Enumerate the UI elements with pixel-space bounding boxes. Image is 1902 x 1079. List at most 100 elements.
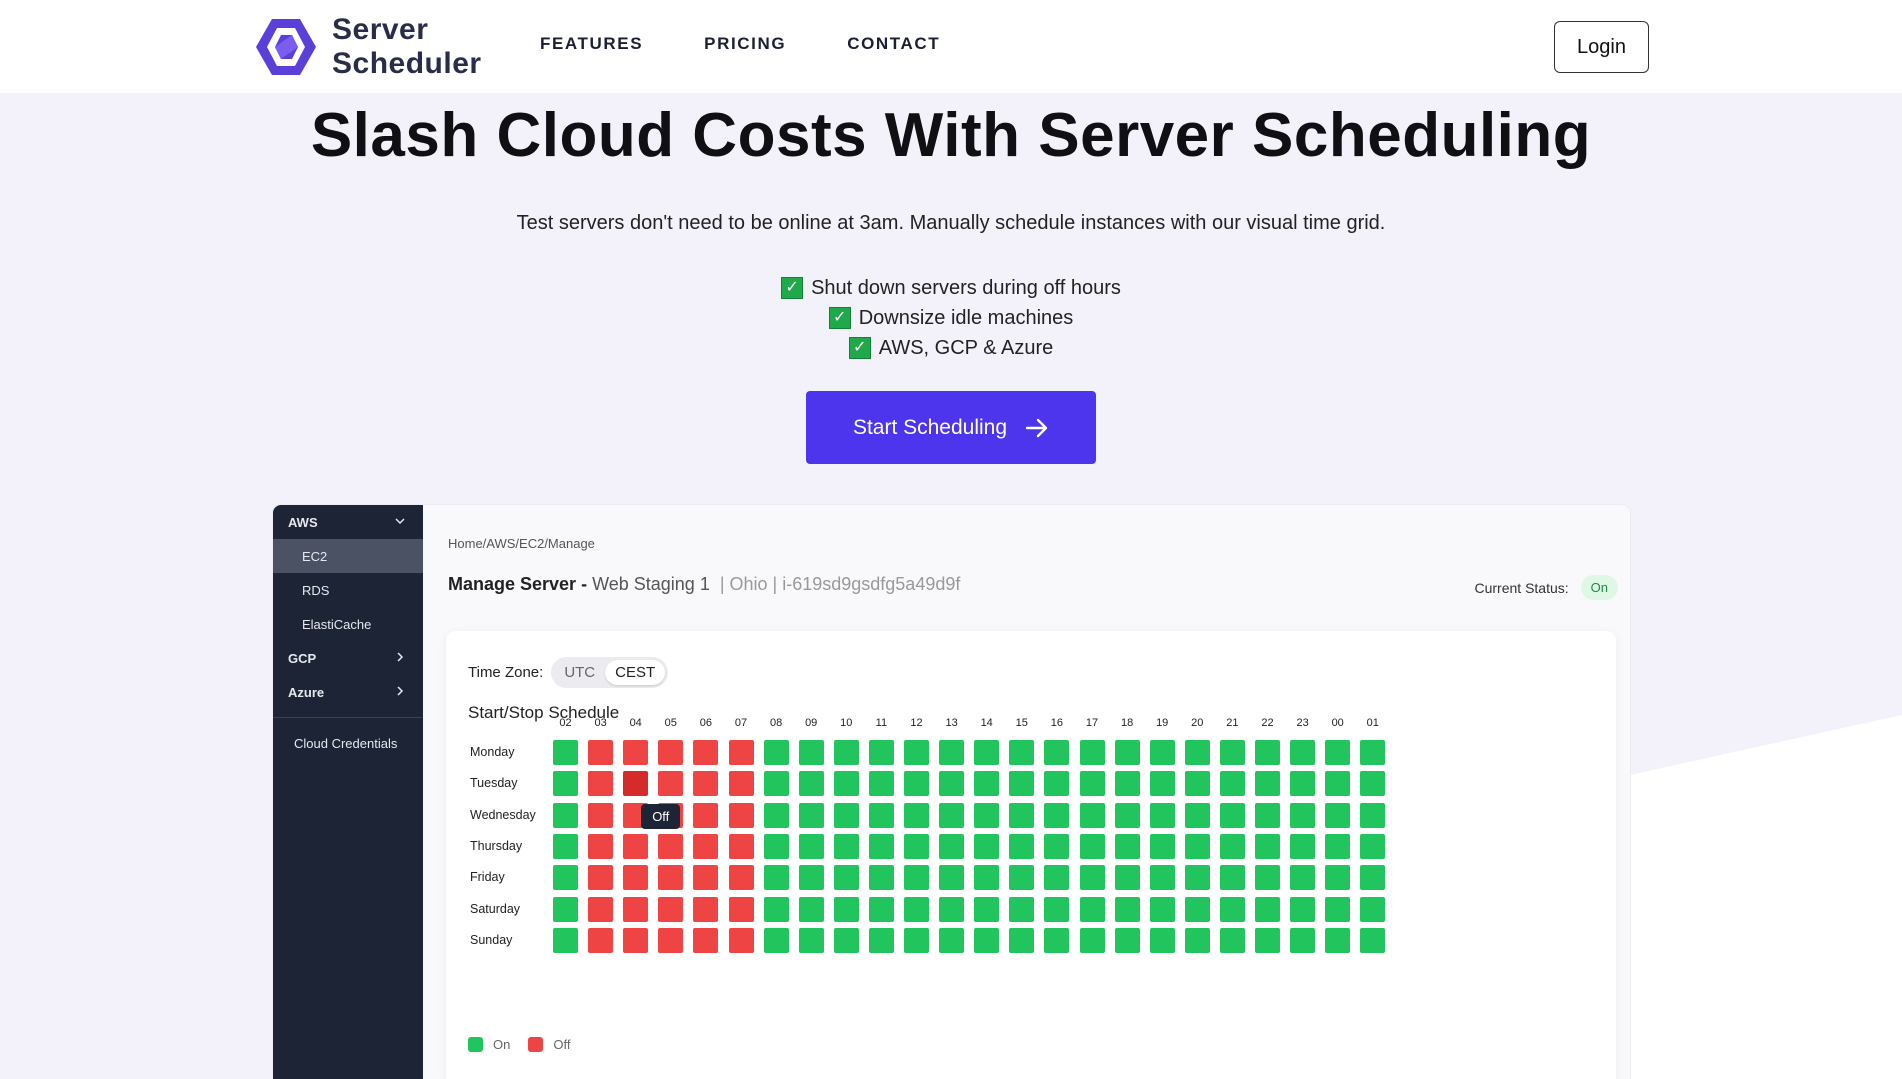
schedule-cell[interactable]: [833, 927, 859, 953]
schedule-cell[interactable]: [728, 896, 754, 922]
schedule-cell[interactable]: [1079, 896, 1105, 922]
schedule-cell[interactable]: [658, 833, 684, 859]
schedule-cell[interactable]: [1149, 896, 1175, 922]
schedule-cell[interactable]: [939, 833, 965, 859]
schedule-cell[interactable]: [658, 927, 684, 953]
schedule-cell[interactable]: [1044, 802, 1070, 828]
schedule-cell[interactable]: [939, 740, 965, 765]
schedule-cell[interactable]: [1360, 865, 1386, 891]
schedule-cell[interactable]: [1360, 802, 1386, 828]
schedule-cell[interactable]: [798, 865, 824, 891]
schedule-cell[interactable]: [693, 896, 719, 922]
schedule-cell[interactable]: [1044, 927, 1070, 953]
schedule-cell[interactable]: [623, 771, 649, 797]
schedule-cell[interactable]: [1219, 771, 1245, 797]
schedule-cell[interactable]: [798, 771, 824, 797]
sidebar-item-cloud-credentials[interactable]: Cloud Credentials: [273, 726, 423, 760]
schedule-cell[interactable]: [1079, 740, 1105, 765]
schedule-cell[interactable]: [1009, 833, 1035, 859]
schedule-cell[interactable]: [1149, 833, 1175, 859]
schedule-cell[interactable]: [833, 771, 859, 797]
schedule-cell[interactable]: [1114, 802, 1140, 828]
schedule-cell[interactable]: [1009, 802, 1035, 828]
schedule-cell[interactable]: [588, 802, 614, 828]
schedule-cell[interactable]: [1290, 740, 1316, 765]
schedule-cell[interactable]: [868, 771, 894, 797]
schedule-cell[interactable]: [798, 927, 824, 953]
schedule-cell[interactable]: [974, 740, 1000, 765]
schedule-cell[interactable]: [553, 896, 578, 922]
schedule-cell[interactable]: [1325, 865, 1351, 891]
schedule-cell[interactable]: [1290, 927, 1316, 953]
schedule-cell[interactable]: [974, 802, 1000, 828]
schedule-cell[interactable]: [1009, 896, 1035, 922]
schedule-cell[interactable]: [693, 802, 719, 828]
schedule-cell[interactable]: [1184, 865, 1210, 891]
schedule-cell[interactable]: [904, 896, 929, 922]
schedule-cell[interactable]: [974, 865, 1000, 891]
schedule-cell[interactable]: [1255, 802, 1280, 828]
schedule-cell[interactable]: [1114, 896, 1140, 922]
schedule-cell[interactable]: [763, 927, 789, 953]
schedule-cell[interactable]: [904, 927, 929, 953]
schedule-cell[interactable]: [553, 802, 578, 828]
start-scheduling-button[interactable]: Start Scheduling: [806, 391, 1096, 464]
schedule-cell[interactable]: [763, 865, 789, 891]
schedule-cell[interactable]: [1079, 802, 1105, 828]
schedule-cell[interactable]: [1255, 740, 1280, 765]
schedule-cell[interactable]: [798, 740, 824, 765]
schedule-cell[interactable]: [974, 833, 1000, 859]
schedule-cell[interactable]: [763, 896, 789, 922]
schedule-cell[interactable]: [1219, 740, 1245, 765]
schedule-cell[interactable]: [728, 865, 754, 891]
schedule-cell[interactable]: [904, 802, 929, 828]
schedule-cell[interactable]: [763, 771, 789, 797]
schedule-cell[interactable]: [588, 833, 614, 859]
schedule-cell[interactable]: [728, 740, 754, 765]
schedule-cell[interactable]: [588, 771, 614, 797]
schedule-cell[interactable]: [868, 896, 894, 922]
schedule-cell[interactable]: [904, 771, 929, 797]
schedule-cell[interactable]: [693, 740, 719, 765]
schedule-cell[interactable]: [1360, 896, 1386, 922]
schedule-cell[interactable]: [658, 771, 684, 797]
schedule-cell[interactable]: [833, 833, 859, 859]
sidebar-item-elasticache[interactable]: ElastiCache: [273, 607, 423, 641]
schedule-cell[interactable]: [974, 927, 1000, 953]
schedule-cell[interactable]: [1009, 927, 1035, 953]
schedule-cell[interactable]: [1044, 865, 1070, 891]
schedule-cell[interactable]: [1184, 802, 1210, 828]
schedule-cell[interactable]: [1360, 927, 1386, 953]
schedule-cell[interactable]: [623, 865, 649, 891]
schedule-cell[interactable]: [1149, 802, 1175, 828]
schedule-cell[interactable]: [939, 896, 965, 922]
schedule-cell[interactable]: [1290, 771, 1316, 797]
schedule-cell[interactable]: [763, 833, 789, 859]
schedule-cell[interactable]: [623, 740, 649, 765]
schedule-cell[interactable]: [833, 865, 859, 891]
schedule-cell[interactable]: [728, 833, 754, 859]
schedule-cell[interactable]: [1044, 740, 1070, 765]
schedule-cell[interactable]: [833, 802, 859, 828]
schedule-cell[interactable]: [588, 740, 614, 765]
schedule-cell[interactable]: [588, 896, 614, 922]
schedule-cell[interactable]: [904, 740, 929, 765]
schedule-cell[interactable]: [1255, 896, 1280, 922]
schedule-cell[interactable]: [798, 896, 824, 922]
schedule-cell[interactable]: [1290, 802, 1316, 828]
schedule-cell[interactable]: [588, 927, 614, 953]
schedule-cell[interactable]: [1255, 865, 1280, 891]
login-button[interactable]: Login: [1554, 21, 1649, 73]
schedule-cell[interactable]: [939, 802, 965, 828]
schedule-cell[interactable]: [1219, 802, 1245, 828]
schedule-cell[interactable]: [798, 802, 824, 828]
schedule-cell[interactable]: [1114, 865, 1140, 891]
schedule-cell[interactable]: [763, 802, 789, 828]
schedule-cell[interactable]: [553, 927, 578, 953]
schedule-cell[interactable]: [693, 833, 719, 859]
sidebar-item-ec2[interactable]: EC2: [273, 539, 423, 573]
schedule-cell[interactable]: [974, 896, 1000, 922]
schedule-cell[interactable]: [1325, 802, 1351, 828]
schedule-cell[interactable]: [1360, 771, 1386, 797]
sidebar-item-azure[interactable]: Azure: [273, 675, 423, 709]
